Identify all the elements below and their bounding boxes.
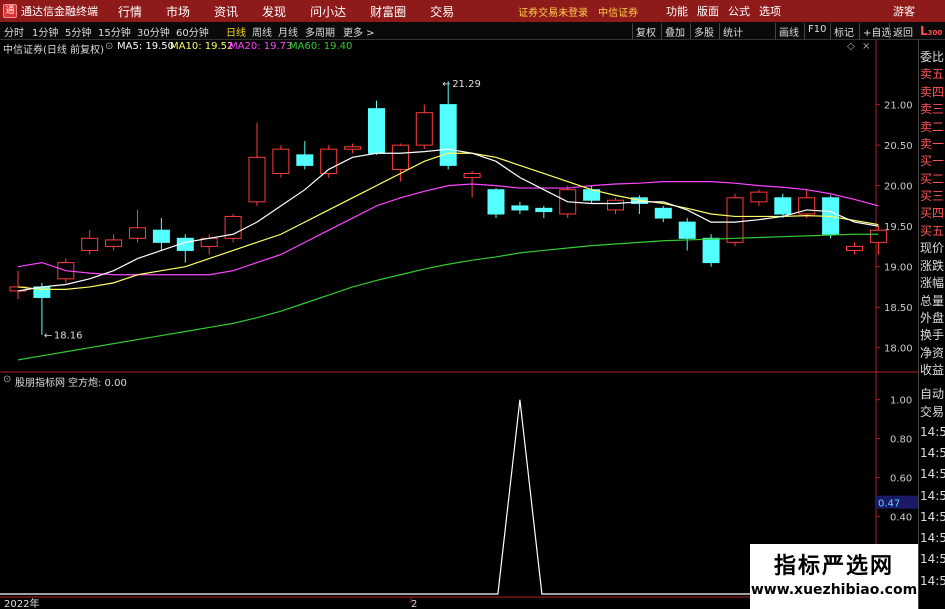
candle-up	[463, 172, 481, 179]
candle-down	[152, 229, 170, 243]
candle-up	[81, 237, 99, 251]
watermark-title: 指标严选网	[773, 554, 894, 579]
ma10-line	[17, 152, 879, 290]
ma20-line	[17, 180, 879, 276]
candle-up	[607, 199, 624, 211]
watermark-url: www.xuezhibiao.com	[750, 582, 918, 598]
side-label: 买三	[920, 189, 945, 203]
side-label: 14:56	[920, 531, 945, 545]
indicator-value: 空方炮: 0.00	[68, 378, 127, 389]
side-label: 收益	[920, 363, 945, 377]
side-label: 自动	[920, 387, 945, 401]
sub-indicator-line	[0, 399, 876, 595]
watermark: 指标严选网 www.xuezhibiao.com	[750, 544, 918, 609]
price-tick-label: 19.00	[884, 263, 913, 274]
side-label: 卖二	[920, 120, 945, 134]
side-label: 14:56	[920, 446, 945, 460]
side-label: 卖三	[920, 102, 945, 116]
candle-down	[654, 207, 672, 219]
sub-cursor-label: 0.47	[878, 499, 900, 510]
candle-up	[129, 227, 146, 239]
side-label: 外盘	[920, 311, 945, 325]
ma5-line	[17, 148, 879, 292]
side-label: 委比	[920, 50, 945, 64]
candle-up	[248, 156, 266, 203]
side-label: 买一	[920, 154, 945, 168]
price-tick-label: 18.50	[884, 303, 913, 314]
side-label: 卖一	[920, 137, 945, 151]
quote-side-panel: 委比卖五卖四卖三卖二卖一买一买二买三买四买五现价涨跌涨幅总量外盘换手净资收益自动…	[918, 40, 945, 609]
candle-down	[368, 108, 385, 154]
candle-up	[391, 144, 409, 170]
price-tick-label: 18.00	[884, 344, 913, 355]
side-label: 涨幅	[920, 276, 945, 290]
candle-down	[511, 205, 529, 211]
price-tick-label: 21.00	[884, 101, 913, 112]
ma20-label: MA20: 19.73	[229, 41, 293, 52]
side-label: 14:56	[920, 510, 945, 524]
candle-up	[344, 146, 362, 150]
candle-up	[272, 148, 290, 174]
low-arrow: ←	[44, 331, 52, 342]
candle-down	[296, 154, 314, 166]
x-label-year: 2022年	[4, 597, 39, 609]
side-label: 买五	[920, 224, 945, 238]
indicator-settings-icon[interactable]: ⊙	[3, 374, 11, 385]
side-label: 卖四	[920, 85, 945, 99]
sub-tick-label: 0.40	[890, 512, 912, 523]
x-label-month: 2	[411, 599, 417, 609]
stock-name: 中信证券(日线 前复权)	[3, 45, 104, 56]
ma60-label: MA60: 19.40	[289, 41, 353, 52]
candle-down	[702, 237, 720, 264]
high-price-label: 21.29	[452, 79, 481, 90]
side-label: 买二	[920, 172, 945, 186]
side-label: 交易	[920, 405, 945, 419]
price-tick-label: 19.50	[884, 222, 913, 233]
side-label: 14:56	[920, 552, 945, 566]
sub-tick-label: 0.60	[890, 473, 912, 484]
side-label: 涨跌	[920, 259, 945, 273]
ma60-line	[17, 233, 879, 361]
side-label: 净资	[920, 346, 945, 360]
candle-down	[487, 189, 505, 215]
side-label: 14:56	[920, 425, 945, 439]
close-icon[interactable]: ×	[862, 41, 870, 52]
candle-up	[750, 191, 768, 203]
indicator-name: 股朋指标网	[15, 378, 65, 389]
candle-down	[774, 197, 792, 215]
sub-tick-label: 1.00	[890, 396, 912, 407]
side-label: 总量	[920, 294, 945, 308]
candle-down	[678, 221, 696, 239]
side-label: 买四	[920, 206, 945, 220]
low-price-label: 18.16	[54, 331, 83, 342]
candle-up	[846, 245, 863, 251]
side-label: 14:56	[920, 574, 945, 588]
price-tick-label: 20.00	[884, 182, 913, 193]
ma10-label: MA10: 19.52	[170, 41, 234, 52]
price-tick-label: 20.50	[884, 141, 913, 152]
side-label: 卖五	[920, 67, 945, 81]
candle-down	[439, 104, 457, 166]
candle-up	[415, 112, 433, 146]
sub-tick-label: 0.80	[890, 435, 912, 446]
maximize-icon[interactable]: ◇	[847, 41, 855, 52]
high-arrow: ←	[442, 79, 450, 90]
side-label: 换手	[920, 328, 945, 342]
candle-down	[535, 207, 553, 213]
side-label: 现价	[920, 241, 945, 255]
settings-icon[interactable]: ⊙	[105, 41, 113, 52]
ma5-label: MA5: 19.50	[117, 41, 175, 52]
candle-up	[105, 239, 123, 247]
candle-up	[869, 229, 887, 243]
level-mark: L300	[920, 24, 943, 38]
kline-chart[interactable]: 21.0020.5020.0019.5019.0018.5018.0021.29…	[0, 0, 945, 609]
side-label: 14:56	[920, 489, 945, 503]
side-label: 14:56	[920, 467, 945, 481]
candle-up	[726, 197, 744, 243]
